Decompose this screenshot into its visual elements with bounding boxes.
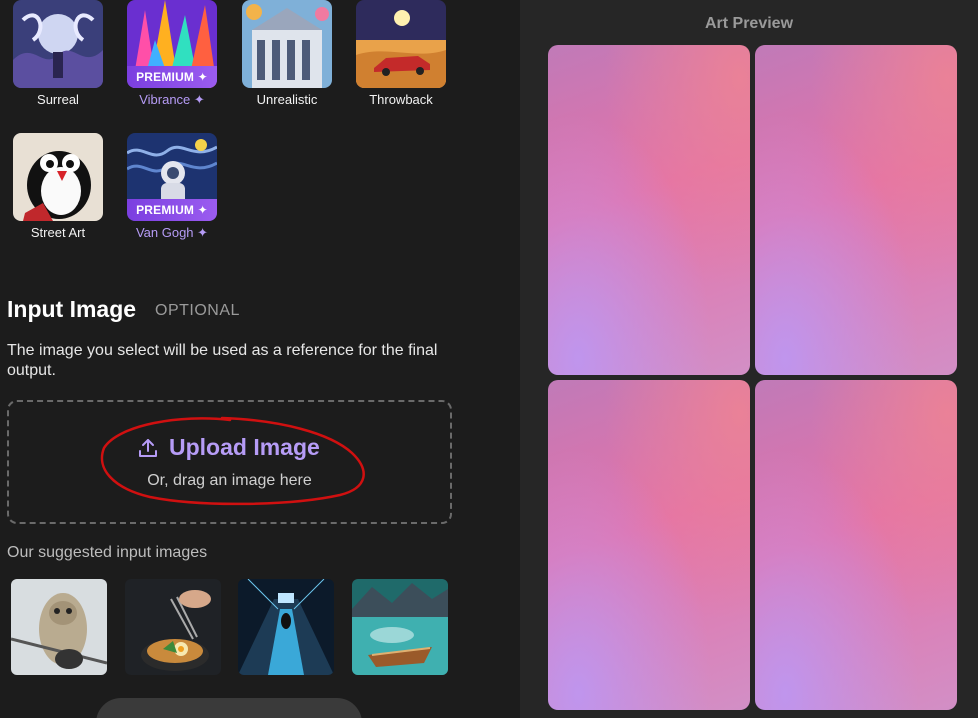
throwback-art-thumbnail bbox=[356, 0, 446, 88]
optional-tag: OPTIONAL bbox=[155, 302, 240, 319]
style-tile-unrealistic[interactable]: Unrealistic bbox=[242, 0, 332, 107]
style-tile-van-gogh[interactable]: PREMIUM ✦ Van Gogh ✦ bbox=[127, 133, 217, 241]
input-image-heading: Input Image bbox=[7, 296, 137, 322]
preview-card bbox=[548, 45, 750, 375]
style-tile-throwback[interactable]: Throwback bbox=[356, 0, 446, 107]
premium-badge: PREMIUM ✦ bbox=[127, 66, 217, 88]
style-tile-vibrance[interactable]: PREMIUM ✦ Vibrance ✦ bbox=[127, 0, 217, 108]
van-gogh-art-thumbnail: PREMIUM ✦ bbox=[127, 133, 217, 221]
surreal-art-thumbnail bbox=[13, 0, 103, 88]
escalator-tunnel-photo[interactable] bbox=[238, 579, 334, 675]
input-image-description: The image you select will be used as a r… bbox=[7, 342, 438, 379]
ramen-chopsticks-photo[interactable] bbox=[125, 579, 221, 675]
suggested-images-heading: Our suggested input images bbox=[7, 544, 208, 561]
owl-photo[interactable] bbox=[11, 579, 107, 675]
street-art-thumbnail bbox=[13, 133, 103, 221]
style-label: Vibrance ✦ bbox=[139, 92, 205, 107]
premium-badge: PREMIUM ✦ bbox=[127, 199, 217, 221]
upload-image-label: Upload Image bbox=[169, 434, 320, 460]
style-label: Van Gogh ✦ bbox=[135, 225, 209, 240]
style-tile-street-art[interactable]: Street Art bbox=[13, 133, 103, 240]
style-label: Surreal bbox=[37, 92, 79, 107]
style-label: Throwback bbox=[369, 92, 433, 107]
generate-button[interactable] bbox=[96, 698, 362, 718]
left-panel: Surreal PREMIUM ✦ Vibrance ✦ Unrealistic… bbox=[0, 0, 520, 718]
style-label: Street Art bbox=[30, 225, 86, 240]
preview-card bbox=[755, 380, 957, 710]
upload-dropzone[interactable]: Upload Image Or, drag an image here bbox=[7, 400, 452, 524]
art-preview-heading: Art Preview bbox=[704, 15, 794, 32]
unrealistic-art-thumbnail bbox=[242, 0, 332, 88]
art-preview-panel: Art Preview bbox=[520, 0, 978, 718]
drag-hint: Or, drag an image here bbox=[147, 472, 312, 489]
upload-image-button[interactable]: Upload Image bbox=[137, 434, 320, 461]
boat-lake-photo[interactable] bbox=[352, 579, 448, 675]
style-tile-surreal[interactable]: Surreal bbox=[13, 0, 103, 107]
upload-icon bbox=[139, 438, 157, 457]
preview-card bbox=[548, 380, 750, 710]
preview-card bbox=[755, 45, 957, 375]
style-label: Unrealistic bbox=[256, 92, 318, 107]
vibrance-art-thumbnail: PREMIUM ✦ bbox=[127, 0, 217, 88]
